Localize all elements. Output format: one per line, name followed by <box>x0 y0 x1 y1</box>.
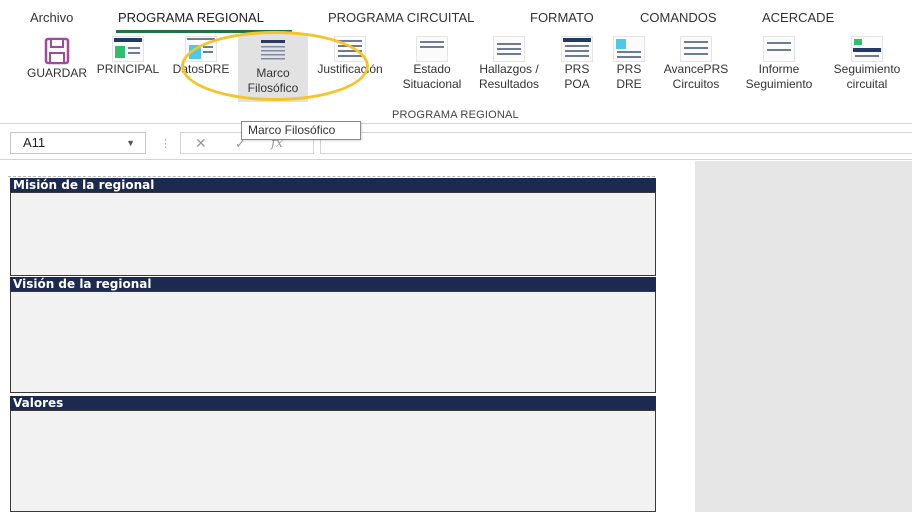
principal-button[interactable]: PRINCIPAL <box>94 34 162 102</box>
save-icon <box>44 37 70 65</box>
tab-comandos[interactable]: COMANDOS <box>640 10 717 25</box>
avanceprs-circuitos-button[interactable]: AvancePRS Circuitos <box>658 34 734 102</box>
prs-dre-label-2: DRE <box>616 77 642 91</box>
sheet-thumbnail-icon <box>112 36 144 62</box>
prs-poa-label-1: PRS <box>564 62 590 76</box>
valores-box[interactable] <box>10 410 656 512</box>
ribbon-group-label: PROGRAMA REGIONAL <box>392 109 519 121</box>
informe-seguimiento-button[interactable]: Informe Seguimiento <box>738 34 820 102</box>
sheet-thumbnail-icon <box>613 36 645 62</box>
prs-dre-button[interactable]: PRS DRE <box>604 34 654 102</box>
sheet-thumbnail-icon <box>416 36 448 62</box>
tab-programa-regional[interactable]: PROGRAMA REGIONAL <box>118 10 264 25</box>
seguimiento-circuital-button[interactable]: Seguimiento circuital <box>824 34 910 102</box>
tab-formato[interactable]: FORMATO <box>530 10 594 25</box>
name-box[interactable]: A11 ▼ <box>10 132 146 154</box>
tab-programa-circuital[interactable]: PROGRAMA CIRCUITAL <box>328 10 474 25</box>
prs-dre-label-1: PRS <box>616 62 642 76</box>
hallazgos-label-2: Resultados <box>478 77 540 91</box>
avanceprs-label-1: AvancePRS <box>663 62 729 76</box>
seguimiento-label-1: Seguimiento <box>833 62 901 76</box>
cancel-icon[interactable]: ✕ <box>195 135 207 152</box>
tooltip: Marco Filosófico <box>241 121 361 140</box>
sheet-thumbnail-icon <box>680 36 712 62</box>
guardar-button[interactable]: GUARDAR <box>22 34 92 102</box>
guardar-label: GUARDAR <box>26 66 87 80</box>
hallazgos-label-1: Hallazgos / <box>479 62 539 76</box>
formula-input[interactable] <box>320 132 912 154</box>
ribbon: GUARDAR PRINCIPAL DatosDRE Marco Filosóf… <box>0 34 912 124</box>
tab-archivo[interactable]: Archivo <box>30 10 73 25</box>
chevron-down-icon[interactable]: ▼ <box>126 133 135 153</box>
sheet-thumbnail-icon <box>851 36 883 62</box>
informe-label-1: Informe <box>758 62 800 76</box>
prs-poa-label-2: POA <box>564 77 590 91</box>
page-break-line <box>8 176 655 177</box>
menu-tab-bar: Archivo PROGRAMA REGIONAL PROGRAMA CIRCU… <box>0 0 912 34</box>
prs-poa-button[interactable]: PRS POA <box>552 34 602 102</box>
hallazgos-resultados-button[interactable]: Hallazgos / Resultados <box>470 34 548 102</box>
formula-bar: A11 ▼ ⋮ ✕ ✓ fx <box>0 124 912 160</box>
mision-box[interactable] <box>10 192 656 276</box>
estado-label-1: Estado <box>413 62 451 76</box>
formula-bar-grip-icon[interactable]: ⋮ <box>160 137 171 150</box>
seguimiento-label-2: circuital <box>846 77 888 91</box>
vision-header[interactable]: Visión de la regional <box>10 277 656 291</box>
highlight-circle <box>181 31 369 101</box>
sheet-thumbnail-icon <box>561 36 593 62</box>
name-box-value: A11 <box>23 135 46 150</box>
worksheet[interactable]: Misión de la regional Visión de la regio… <box>0 161 912 512</box>
informe-label-2: Seguimiento <box>745 77 813 91</box>
estado-situacional-button[interactable]: Estado Situacional <box>396 34 468 102</box>
sheet-thumbnail-icon <box>763 36 795 62</box>
vision-box[interactable] <box>10 291 656 393</box>
principal-label: PRINCIPAL <box>96 62 160 76</box>
out-of-print-area <box>695 161 912 512</box>
valores-header[interactable]: Valores <box>10 396 656 410</box>
estado-label-2: Situacional <box>402 77 462 91</box>
avanceprs-label-2: Circuitos <box>672 77 720 91</box>
mision-header[interactable]: Misión de la regional <box>10 178 656 192</box>
tab-acercade[interactable]: ACERCADE <box>762 10 834 25</box>
print-page: Misión de la regional Visión de la regio… <box>0 161 695 512</box>
sheet-thumbnail-icon <box>493 36 525 62</box>
